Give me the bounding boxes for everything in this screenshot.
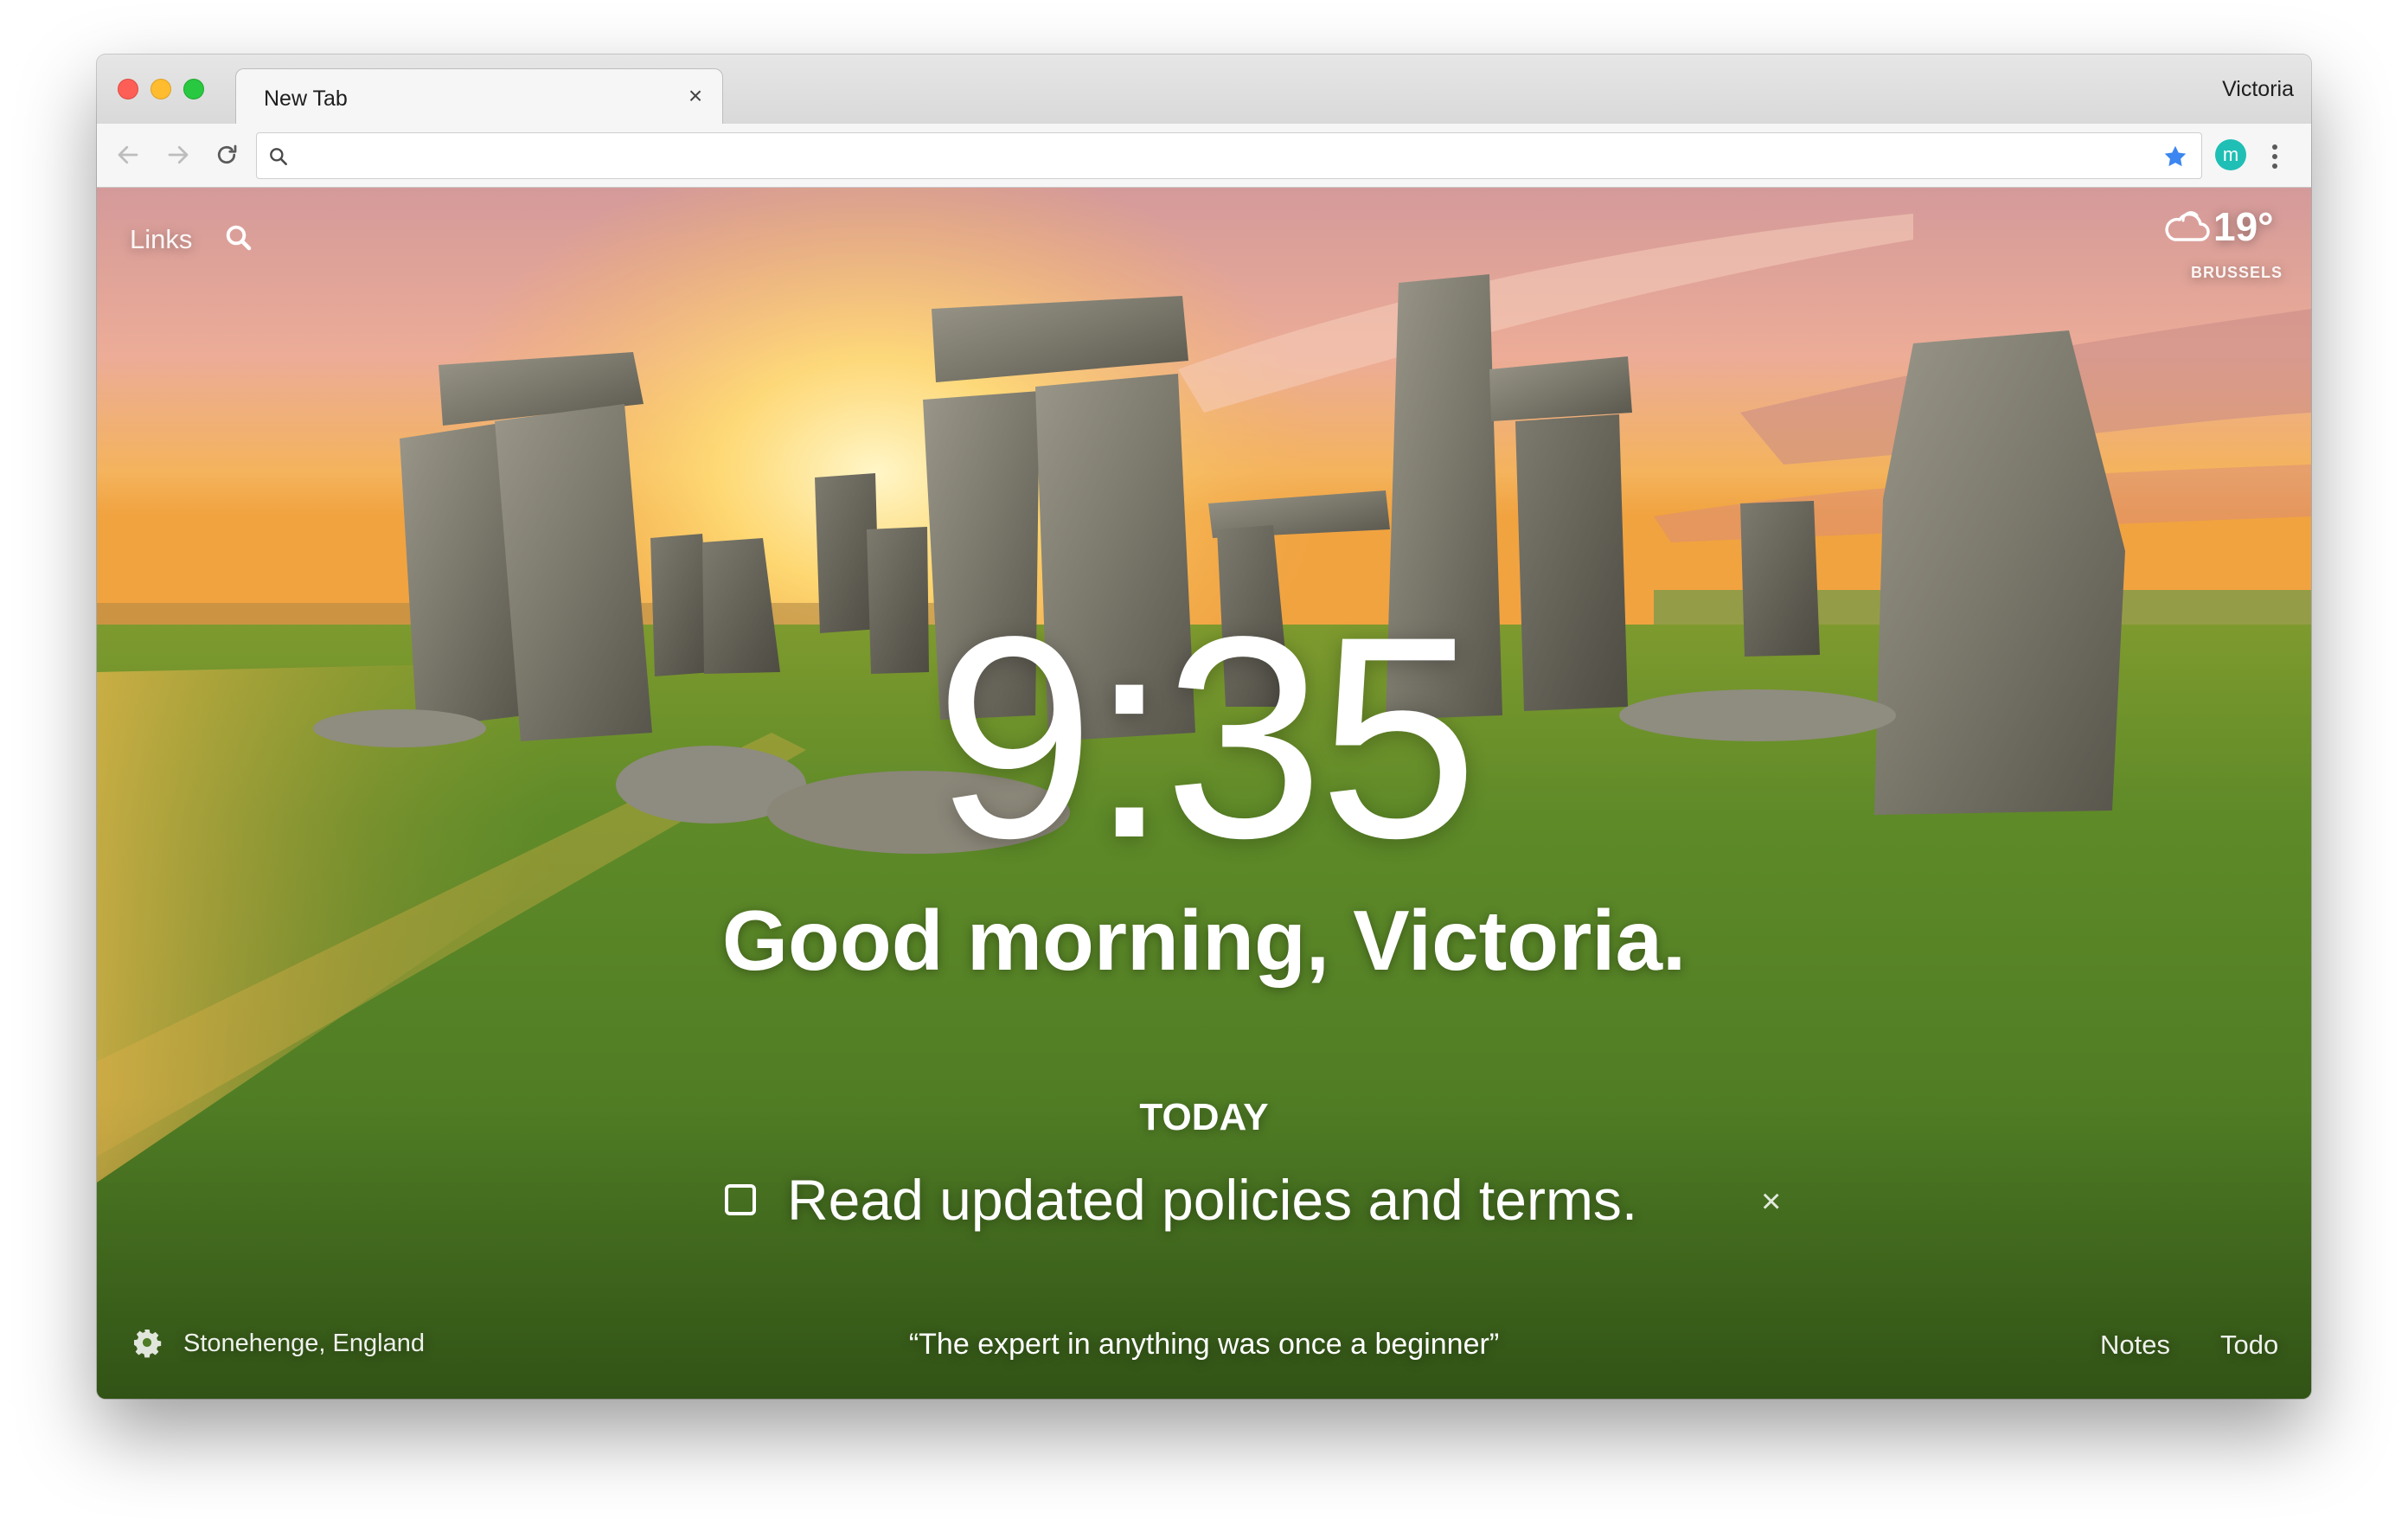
focus-heading: TODAY (1139, 1096, 1269, 1138)
tab-new-tab[interactable]: New Tab × (235, 68, 723, 125)
quote[interactable]: “The expert in anything was once a begin… (97, 1328, 2311, 1362)
kebab-menu-icon[interactable] (2264, 139, 2285, 174)
star-icon[interactable] (2161, 143, 2189, 175)
weather-temperature[interactable]: 19° (2213, 203, 2274, 250)
reload-icon[interactable] (209, 138, 244, 172)
cloud-icon[interactable] (2162, 207, 2211, 249)
focus-task: Read updated policies and terms. × (725, 1158, 1806, 1236)
todo-button[interactable]: Todo (2220, 1330, 2278, 1361)
weather-city: BRUSSELS (2190, 264, 2283, 281)
profile-name[interactable]: Victoria (2222, 77, 2294, 102)
focus-task-checkbox[interactable] (725, 1184, 756, 1215)
extension-icon[interactable]: m (2215, 139, 2246, 170)
notes-button[interactable]: Notes (2100, 1330, 2170, 1361)
tab-close-icon[interactable]: × (681, 81, 710, 111)
minimize-window-button[interactable] (150, 79, 171, 99)
close-window-button[interactable] (118, 79, 138, 99)
tab-title: New Tab (264, 87, 348, 111)
search-icon (267, 145, 290, 172)
forward-arrow-icon[interactable] (161, 138, 195, 172)
focus-task-text: Read updated policies and terms. (787, 1168, 1638, 1232)
search-icon[interactable] (223, 222, 254, 258)
dashboard: Links 19° BRUSSELS 9:35 Good morning, Vi… (97, 188, 2311, 1399)
address-bar[interactable] (256, 132, 2202, 179)
zoom-window-button[interactable] (183, 79, 204, 99)
address-input[interactable] (300, 138, 2134, 173)
browser-toolbar: m (97, 124, 2311, 188)
close-icon[interactable]: × (1761, 1182, 1781, 1221)
browser-window: New Tab × Victoria m Links 19° BRUSSELS … (97, 54, 2311, 1399)
greeting: Good morning, Victoria. (721, 893, 1687, 988)
clock: 9:35 (934, 577, 1478, 898)
links-button[interactable]: Links (130, 224, 192, 255)
back-arrow-icon[interactable] (111, 138, 145, 172)
tab-strip: New Tab × Victoria (97, 54, 2311, 125)
